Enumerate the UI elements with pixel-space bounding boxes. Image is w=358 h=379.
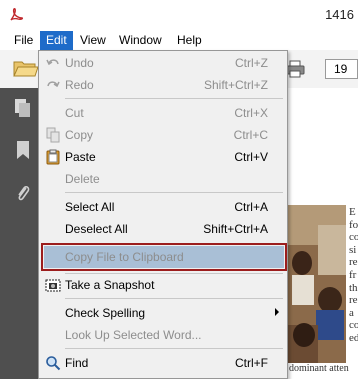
redo-icon xyxy=(47,81,60,88)
menu-item-take-snapshot[interactable]: Take a Snapshot xyxy=(39,274,287,296)
document-bottom-text: dominant atten xyxy=(289,363,349,374)
snapshot-label: Take a Snapshot xyxy=(65,278,155,292)
deselect-all-label: Deselect All xyxy=(65,222,128,236)
edit-menu: Undo Ctrl+Z Redo Shift+Ctrl+Z Cut Ctrl+X… xyxy=(38,50,288,379)
menu-item-paste[interactable]: Paste Ctrl+V xyxy=(39,146,287,168)
text-line: re xyxy=(349,294,358,307)
bookmarks-icon[interactable] xyxy=(14,140,32,160)
copy-icon xyxy=(46,127,60,143)
delete-label: Delete xyxy=(65,172,100,186)
undo-shortcut: Ctrl+Z xyxy=(235,56,268,70)
print-icon[interactable] xyxy=(285,59,305,79)
find-shortcut: Ctrl+F xyxy=(235,356,268,370)
undo-icon xyxy=(46,59,59,66)
text-line: ed xyxy=(349,331,358,344)
cut-shortcut: Ctrl+X xyxy=(234,106,268,120)
menu-item-look-up[interactable]: Look Up Selected Word... xyxy=(39,324,287,346)
select-all-label: Select All xyxy=(65,200,115,214)
menu-edit[interactable]: Edit xyxy=(40,31,73,50)
window-title: 1416 xyxy=(325,7,354,22)
menu-bar: File Edit View Window Help xyxy=(0,30,358,50)
paste-label: Paste xyxy=(65,150,96,164)
copy-shortcut: Ctrl+C xyxy=(233,128,268,142)
menu-item-deselect-all[interactable]: Deselect All Shift+Ctrl+A xyxy=(39,218,287,240)
redo-label: Redo xyxy=(65,78,94,92)
page-number-input[interactable]: 19 xyxy=(325,59,358,79)
paste-clipboard-icon xyxy=(46,149,60,165)
search-icon xyxy=(46,356,61,371)
menu-file[interactable]: File xyxy=(8,32,39,49)
menu-item-redo[interactable]: Redo Shift+Ctrl+Z xyxy=(39,74,287,96)
look-up-label: Look Up Selected Word... xyxy=(65,328,202,342)
text-line: si xyxy=(349,243,357,256)
text-line: re xyxy=(349,256,358,269)
menu-item-find[interactable]: Find Ctrl+F xyxy=(39,352,287,374)
submenu-arrow-icon xyxy=(275,308,279,316)
text-line: fo xyxy=(349,218,358,231)
text-line: th xyxy=(349,281,358,294)
camera-icon xyxy=(45,279,61,292)
page-thumbnails-icon[interactable] xyxy=(14,98,32,118)
find-label: Find xyxy=(65,356,89,370)
check-spelling-label: Check Spelling xyxy=(65,306,146,320)
menu-item-delete[interactable]: Delete xyxy=(39,168,287,190)
title-bar: 1416 xyxy=(0,0,358,30)
text-line: E xyxy=(349,206,356,218)
text-line: co xyxy=(349,319,358,332)
menu-view[interactable]: View xyxy=(74,32,112,49)
menu-item-copy-file-to-clipboard[interactable]: Copy File to Clipboard xyxy=(39,246,287,268)
menu-item-undo[interactable]: Undo Ctrl+Z xyxy=(39,52,287,74)
select-all-shortcut: Ctrl+A xyxy=(234,200,268,214)
attachments-icon[interactable] xyxy=(14,184,32,204)
copy-file-label: Copy File to Clipboard xyxy=(65,250,184,264)
menu-separator xyxy=(65,298,283,299)
document-text-column: E fo co si re fr th re a co ed xyxy=(349,206,358,345)
menu-window[interactable]: Window xyxy=(113,32,168,49)
open-folder-icon[interactable] xyxy=(13,58,39,78)
copy-label: Copy xyxy=(65,128,94,142)
redo-shortcut: Shift+Ctrl+Z xyxy=(203,78,268,92)
menu-item-check-spelling[interactable]: Check Spelling xyxy=(39,302,287,324)
text-line: co xyxy=(349,231,358,244)
undo-label: Undo xyxy=(65,56,94,70)
text-line: fr xyxy=(349,268,357,281)
menu-item-select-all[interactable]: Select All Ctrl+A xyxy=(39,196,287,218)
menu-item-copy[interactable]: Copy Ctrl+C xyxy=(39,124,287,146)
menu-separator xyxy=(65,98,283,99)
menu-help[interactable]: Help xyxy=(171,32,208,49)
paste-shortcut: Ctrl+V xyxy=(234,150,268,164)
text-line: a xyxy=(349,306,354,319)
document-photo xyxy=(288,205,346,363)
deselect-all-shortcut: Shift+Ctrl+A xyxy=(203,222,268,236)
menu-item-cut[interactable]: Cut Ctrl+X xyxy=(39,102,287,124)
cut-label: Cut xyxy=(65,106,84,120)
menu-separator xyxy=(65,192,283,193)
menu-separator xyxy=(65,348,283,349)
acrobat-icon xyxy=(10,8,24,21)
